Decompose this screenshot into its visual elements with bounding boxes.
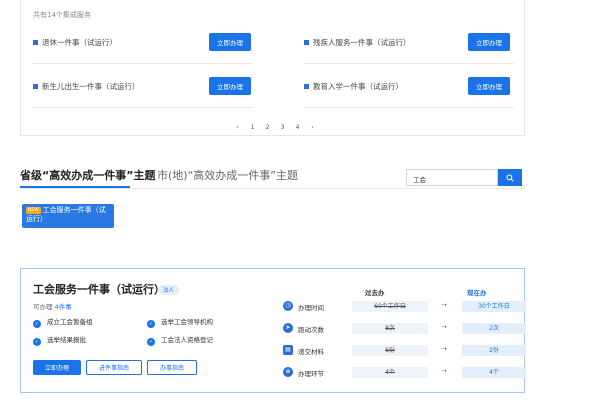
tabs-divider bbox=[20, 188, 525, 189]
search-button[interactable] bbox=[498, 169, 522, 186]
apply-now-button[interactable]: 立即办理 bbox=[33, 360, 81, 375]
count-prefix: 可办理 bbox=[33, 303, 53, 311]
page-link[interactable]: 1 bbox=[245, 124, 260, 131]
column-header-after: 现在办 bbox=[467, 289, 487, 297]
divider bbox=[304, 63, 514, 64]
metric-before-value: 4个 bbox=[352, 367, 428, 378]
clock-icon: ◷ bbox=[283, 301, 293, 311]
service-total-text: 共有14个集成服务 bbox=[33, 11, 91, 19]
check-icon: ✓ bbox=[33, 338, 41, 346]
document-icon: ▤ bbox=[283, 345, 293, 355]
tab-provincial-theme[interactable]: 省级“高效办成一件事”主题 bbox=[20, 167, 155, 183]
entity-type-badge: 法人 bbox=[158, 285, 180, 295]
page-link[interactable]: 2 bbox=[260, 124, 275, 131]
pagination: ‹ 1 2 3 4 › bbox=[230, 124, 320, 131]
service-name[interactable]: 新生儿出生一件事（试运行） bbox=[42, 81, 140, 92]
service-item: 残疾人服务一件事（试运行） 立即办理 bbox=[304, 33, 514, 53]
service-item: 新生儿出生一件事（试运行） 立即办理 bbox=[33, 77, 253, 97]
column-header-before: 过去办 bbox=[365, 289, 385, 297]
feature-item: ✓ 成立工会暂备组 bbox=[33, 318, 93, 328]
tab-city-theme[interactable]: 市(地)“高效办成一件事”主题 bbox=[157, 167, 298, 183]
service-name[interactable]: 教育入学一件事（试运行） bbox=[313, 81, 403, 92]
metric-label: 跑动次数 bbox=[298, 326, 324, 334]
service-name[interactable]: 残疾人服务一件事（试运行） bbox=[313, 37, 411, 48]
apply-button[interactable]: 立即办理 bbox=[468, 33, 510, 51]
detail-count: 可办理 4件事 bbox=[33, 301, 72, 311]
apply-button[interactable]: 立即办理 bbox=[468, 77, 510, 95]
metric-after-value: 2次 bbox=[462, 323, 526, 334]
page-link[interactable]: 4 bbox=[290, 124, 305, 131]
metric-after-value: 30个工作日 bbox=[462, 301, 526, 312]
run-icon: ➤ bbox=[283, 323, 293, 333]
search-icon bbox=[506, 173, 514, 182]
theme-chip-union-service[interactable]: NEW 工会服务一件事（试运行） bbox=[22, 204, 114, 228]
flow-guide-button[interactable]: 办事指南 bbox=[147, 360, 197, 375]
metric-after-value: 2份 bbox=[462, 345, 526, 356]
prev-page-icon[interactable]: ‹ bbox=[230, 124, 245, 131]
service-name[interactable]: 退休一件事（试运行） bbox=[42, 37, 117, 48]
arrow-icon: ➝ bbox=[441, 323, 447, 331]
arrow-icon: ➝ bbox=[441, 345, 447, 353]
bullet-icon bbox=[304, 40, 309, 45]
arrow-icon: ➝ bbox=[441, 367, 447, 375]
active-tab-indicator bbox=[20, 186, 130, 188]
apply-button[interactable]: 立即办理 bbox=[209, 33, 251, 51]
service-item: 退休一件事（试运行） 立即办理 bbox=[33, 33, 253, 53]
search-input[interactable]: 工会 bbox=[406, 169, 498, 186]
check-icon: ✓ bbox=[147, 320, 155, 328]
divider bbox=[33, 107, 253, 108]
service-item: 教育入学一件事（试运行） 立即办理 bbox=[304, 77, 514, 97]
divider bbox=[33, 63, 253, 64]
metric-before-value: 6份 bbox=[352, 345, 428, 356]
metric-label: 办理时间 bbox=[298, 304, 324, 312]
bullet-icon bbox=[33, 84, 38, 89]
count-value: 4件事 bbox=[54, 303, 72, 311]
bullet-icon bbox=[33, 40, 38, 45]
metric-before-value: 8次 bbox=[352, 323, 428, 334]
arrow-icon: ➝ bbox=[441, 301, 447, 309]
metric-label: 递交材料 bbox=[298, 348, 324, 356]
metric-before-value: 60个工作日 bbox=[352, 301, 428, 312]
check-icon: ✓ bbox=[147, 338, 155, 346]
next-page-icon[interactable]: › bbox=[305, 124, 320, 131]
metric-label: 办理环节 bbox=[298, 370, 324, 378]
feature-item: ✓ 工会法人资格登记 bbox=[147, 336, 213, 346]
service-detail-card: 工会服务一件事（试运行） 法人 可办理 4件事 ✓ 成立工会暂备组 ✓ 选举工会领导… bbox=[20, 268, 526, 393]
link-icon: ⊕ bbox=[283, 367, 293, 377]
service-list-card: 共有14个集成服务 退休一件事（试运行） 立即办理 残疾人服务一件事（试运行） … bbox=[20, 0, 525, 136]
metric-after-value: 4个 bbox=[462, 367, 526, 378]
detail-title: 工会服务一件事（试运行） bbox=[33, 283, 165, 296]
page-link[interactable]: 3 bbox=[275, 124, 290, 131]
feature-item: ✓ 选举结果报批 bbox=[33, 336, 86, 346]
check-icon: ✓ bbox=[33, 320, 41, 328]
apply-button[interactable]: 立即办理 bbox=[209, 77, 251, 95]
feature-item: ✓ 选举工会领导机构 bbox=[147, 318, 213, 328]
guide-button[interactable]: 进件事指南 bbox=[86, 360, 142, 375]
bullet-icon bbox=[304, 84, 309, 89]
divider bbox=[304, 107, 514, 108]
new-badge: NEW bbox=[26, 207, 41, 214]
